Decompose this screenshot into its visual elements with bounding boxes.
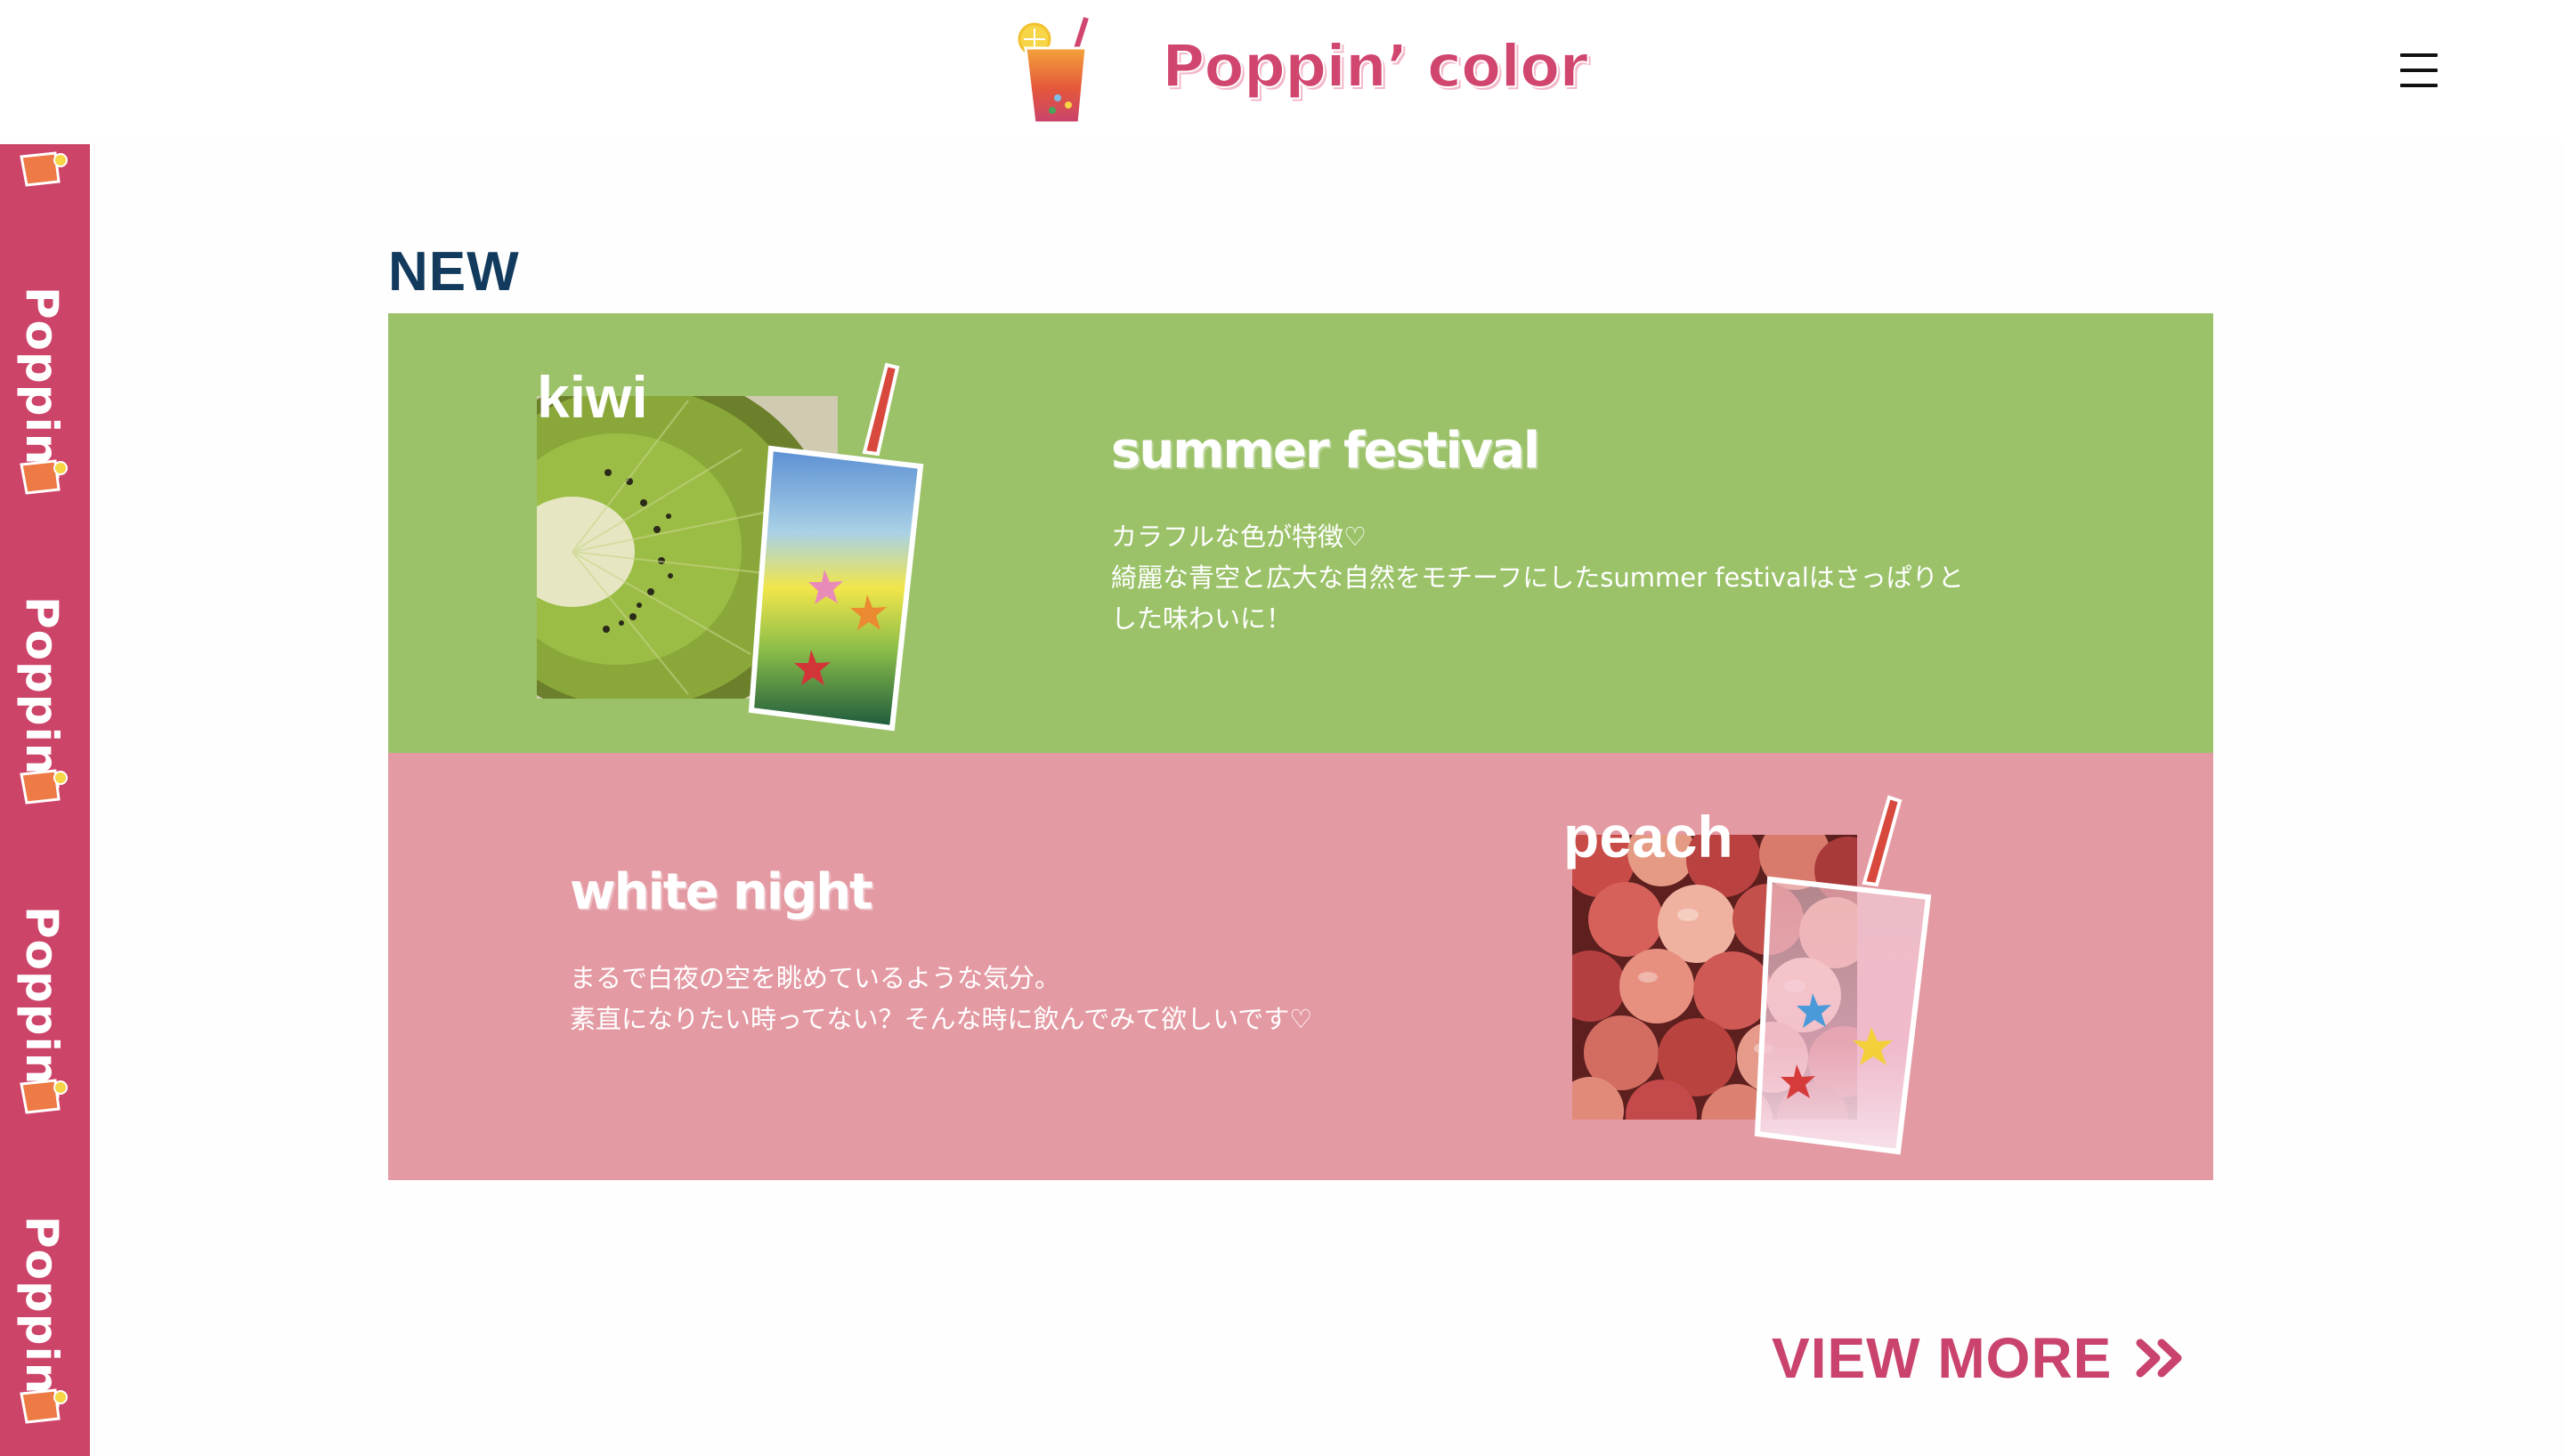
menu-bar [2400,53,2438,57]
brand-name: Poppin’ color [1161,31,1589,101]
product-card-summer-festival[interactable]: kiwi summer festival カラフルな色が特徴♡ 綺麗な青空と広大… [388,313,2213,753]
peach-drink-cup-icon [1754,795,1932,1155]
product-card-white-night[interactable]: white night まるで白夜の空を眺めているような気分。 素直になりたい時… [388,753,2213,1180]
fruit-label: peach [1563,804,1733,870]
banner-text: Poppin’ [16,596,68,794]
description-line: した味わいに！ [1111,603,1293,634]
kiwi-drink-cup-icon [748,362,924,732]
view-more-label: VIEW MORE [1772,1326,2113,1390]
banner-unit: Poppin’ [0,596,90,906]
drink-cup-icon [20,769,68,805]
logo-drink-cup-icon [1018,17,1089,125]
view-more-link[interactable]: VIEW MORE [1772,1323,2185,1394]
drink-description: まるで白夜の空を眺めているような気分。 素直になりたい時ってない？そんな時に飲ん… [570,958,1312,1039]
description-line: 素直になりたい時ってない？そんな時に飲んでみて欲しいです♡ [570,1004,1313,1034]
new-section-heading: NEW [388,241,520,303]
hamburger-menu-icon[interactable] [2400,53,2438,87]
description-line: まるで白夜の空を眺めているような気分。 [570,963,1061,993]
banner-text: Poppin’ [16,906,68,1104]
drink-cup-icon [20,1079,68,1114]
drink-title: white night [570,863,873,921]
banner-text: Poppin’ [16,1216,68,1413]
site-header: Poppin’ color [0,0,2564,142]
vertical-brand-banner: Poppin’ Poppin’ Poppin’ Poppin’ [0,144,90,1456]
drink-cup-icon [20,1388,68,1424]
description-line: カラフルな色が特徴♡ [1111,522,1367,552]
menu-bar [2400,84,2438,87]
banner-text: Poppin’ [16,287,68,484]
drink-title: summer festival [1111,422,1540,480]
banner-unit: Poppin’ [0,287,90,596]
site-logo[interactable]: Poppin’ color [1015,12,1589,128]
drink-cup-icon [20,151,68,187]
banner-unit: Poppin’ [0,906,90,1216]
double-chevron-right-icon [2136,1339,2182,1378]
drink-cup-icon [20,459,68,495]
description-line: 綺麗な青空と広大な自然をモチーフにしたsummer festivalはさっぱりと [1111,562,1964,593]
menu-bar [2400,69,2438,72]
drink-description: カラフルな色が特徴♡ 綺麗な青空と広大な自然をモチーフにしたsummer fes… [1111,516,1964,639]
fruit-label: kiwi [537,364,648,430]
